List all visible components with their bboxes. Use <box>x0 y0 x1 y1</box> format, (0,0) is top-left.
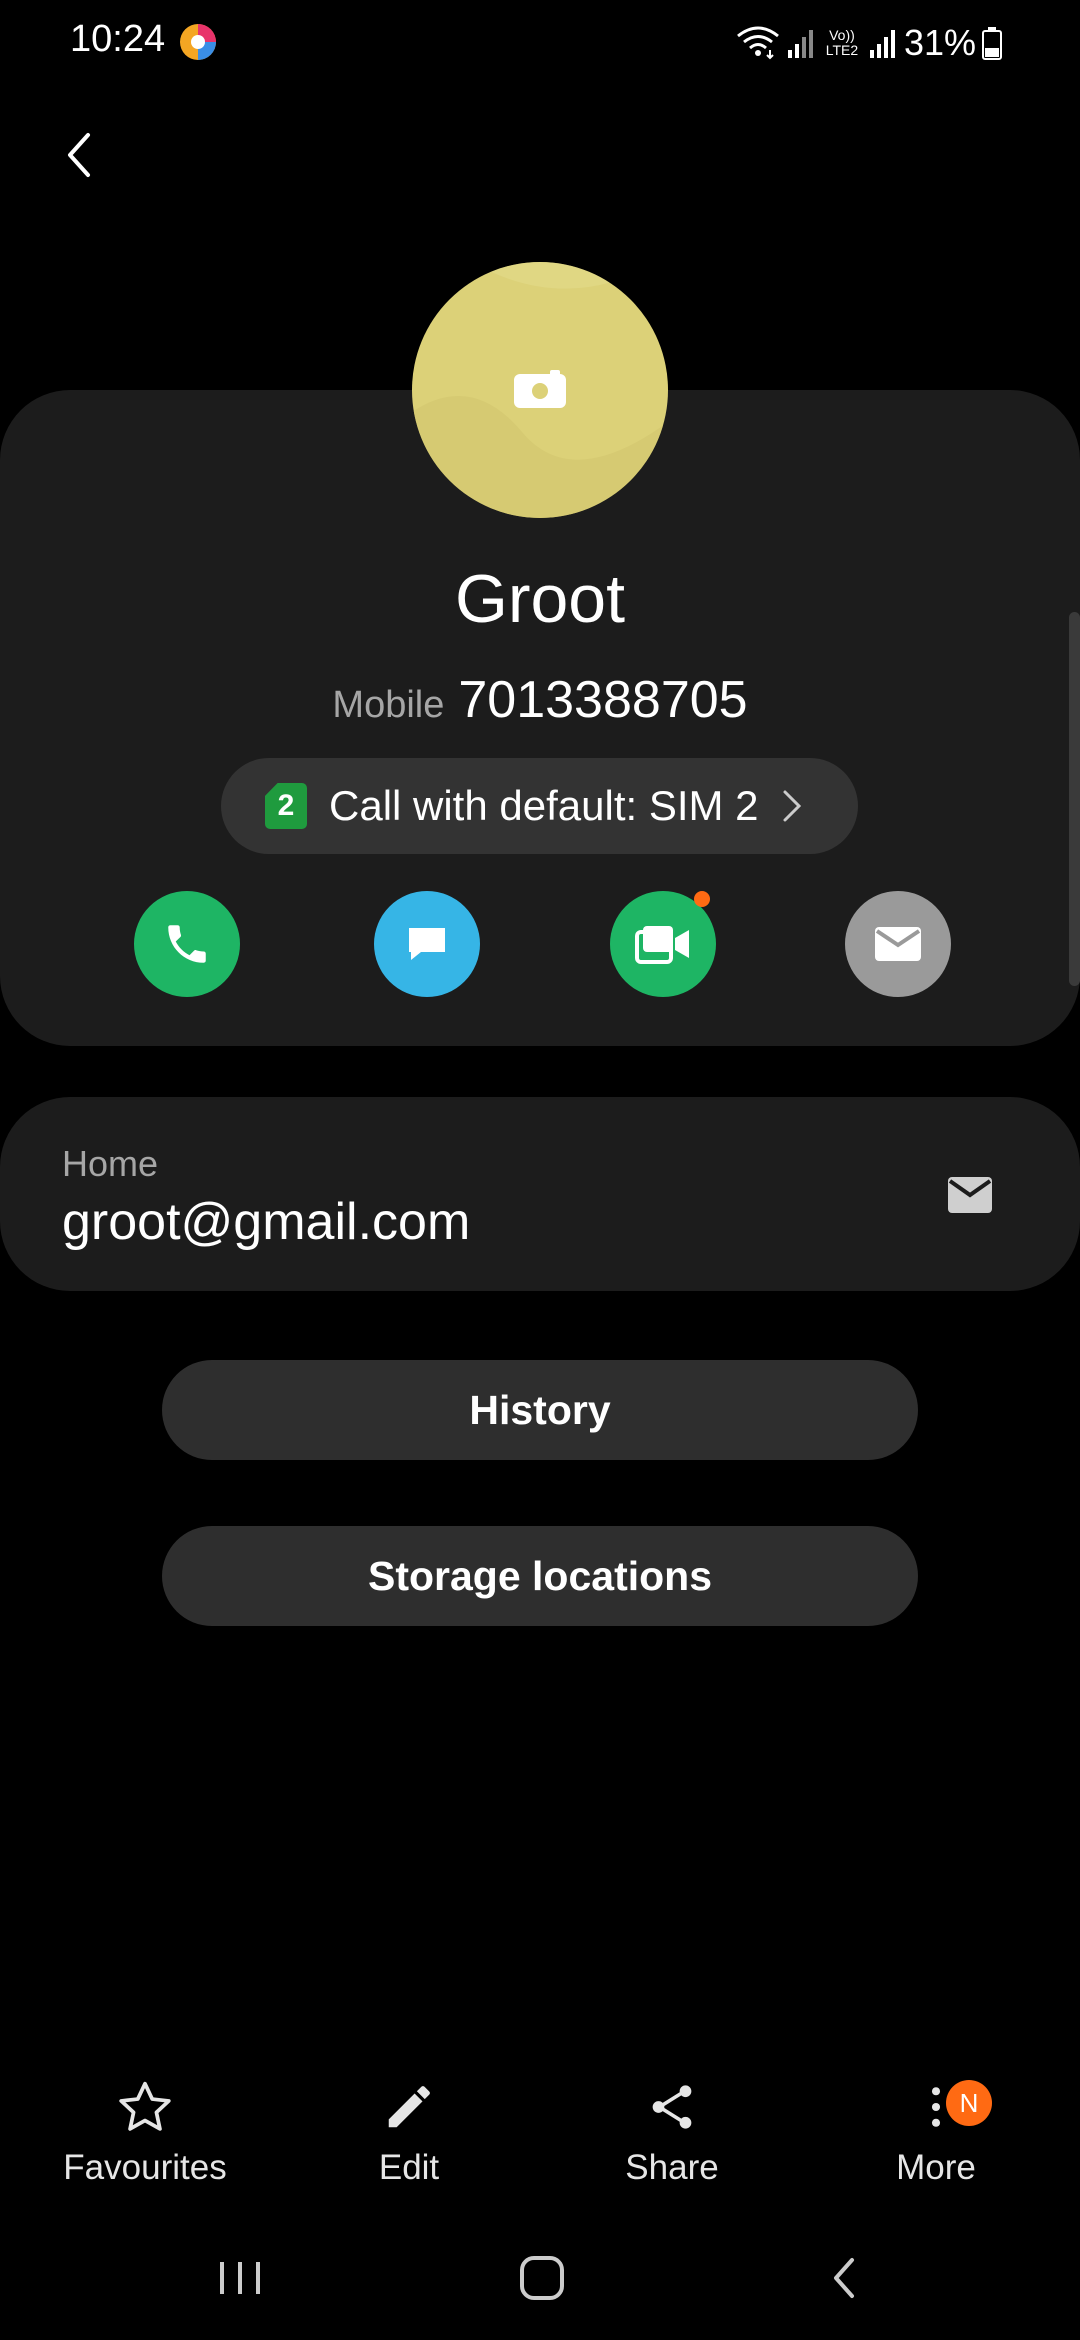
chat-bubble-icon <box>409 928 445 960</box>
contact-name: Groot <box>454 561 626 637</box>
volte-label: Vo)) LTE2 <box>825 27 859 58</box>
video-call-button[interactable] <box>610 891 716 997</box>
battery-icon <box>982 27 1002 60</box>
storage-locations-button[interactable]: Storage locations <box>162 1526 918 1626</box>
call-button[interactable] <box>134 891 240 997</box>
status-time: 10:24 <box>70 18 166 60</box>
system-back-button[interactable] <box>814 2248 878 2308</box>
sim-2-icon: 2 <box>265 783 307 829</box>
contact-avatar[interactable] <box>412 262 668 518</box>
phone-label: Mobile <box>332 684 445 726</box>
more-label: More <box>896 2148 976 2187</box>
share-button[interactable]: Share <box>572 2080 772 2188</box>
phone-icon <box>168 925 206 963</box>
new-badge: N <box>946 2080 992 2126</box>
email-button[interactable] <box>845 891 951 997</box>
history-button[interactable]: History <box>162 1360 918 1460</box>
battery-percent: 31% <box>903 22 976 63</box>
more-button[interactable]: N More <box>836 2080 1036 2188</box>
camera-icon <box>514 370 566 408</box>
recent-apps-button[interactable] <box>208 2248 272 2308</box>
mail-icon <box>875 927 921 961</box>
app-notification-icon <box>180 24 216 60</box>
share-label: Share <box>625 2148 719 2187</box>
email-value[interactable]: groot@gmail.com <box>62 1192 470 1252</box>
favourites-label: Favourites <box>63 2148 227 2187</box>
phone-row[interactable]: Mobile 7013388705 <box>0 670 1080 730</box>
sim-label: Call with default: SIM 2 <box>329 782 759 829</box>
signal-2-icon <box>869 30 895 58</box>
notification-dot <box>694 891 710 907</box>
scrollbar[interactable] <box>1069 612 1080 986</box>
edit-label: Edit <box>378 2148 440 2187</box>
home-button[interactable] <box>510 2248 574 2308</box>
chevron-right-icon <box>783 790 801 822</box>
email-label: Home <box>62 1143 159 1184</box>
back-button[interactable] <box>58 125 110 185</box>
favourites-button[interactable]: Favourites <box>45 2080 245 2188</box>
default-sim-button[interactable]: 2 Call with default: SIM 2 <box>221 758 858 854</box>
status-icons: Vo)) LTE2 31% <box>736 18 1080 68</box>
star-icon <box>119 2081 171 2131</box>
send-email-icon[interactable] <box>946 1175 994 1215</box>
wifi-icon <box>737 26 779 60</box>
edit-button[interactable]: Edit <box>309 2080 509 2188</box>
message-button[interactable] <box>374 891 480 997</box>
pencil-icon <box>388 2086 430 2128</box>
signal-1-icon <box>787 30 813 58</box>
phone-number[interactable]: 7013388705 <box>458 670 747 730</box>
video-camera-icon <box>635 926 689 964</box>
share-icon <box>652 2085 692 2129</box>
